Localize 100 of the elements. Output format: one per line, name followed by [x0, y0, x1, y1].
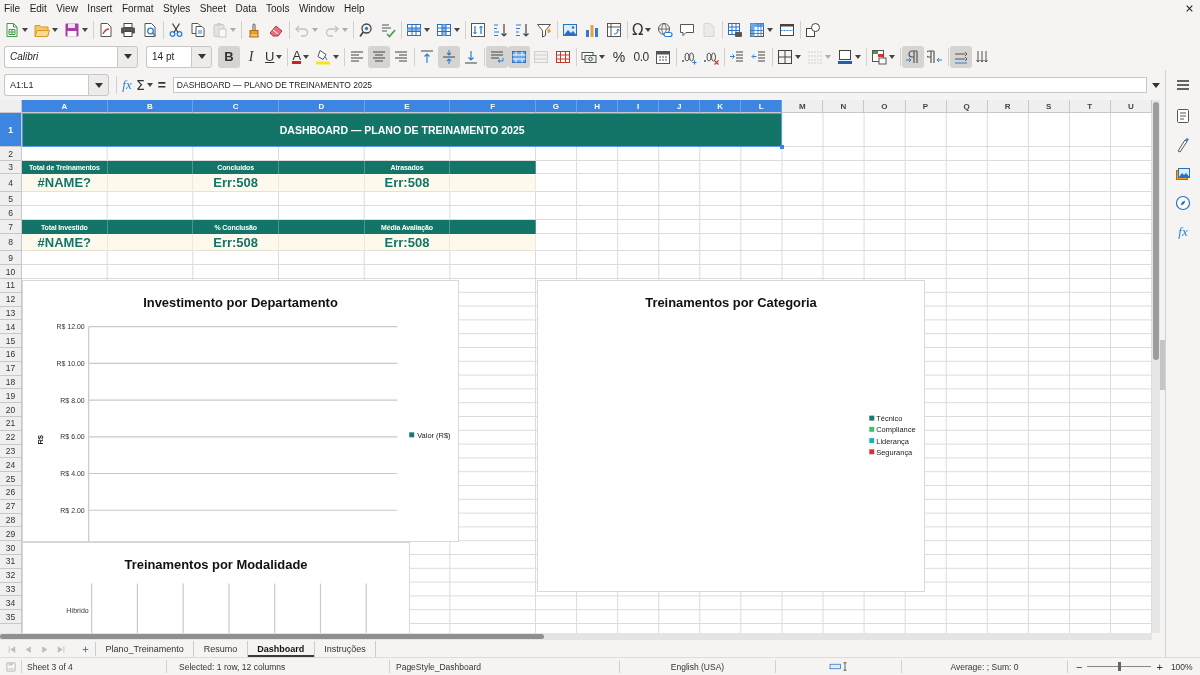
row-header[interactable]: 5 — [0, 192, 22, 206]
left-to-right-button[interactable] — [902, 45, 925, 68]
menu-item[interactable]: Help — [344, 2, 365, 15]
row-header[interactable]: 29 — [0, 527, 22, 542]
row-header[interactable]: 11 — [0, 279, 22, 293]
sidebar-collapse-handle[interactable] — [1160, 340, 1165, 390]
row-header[interactable]: 30 — [0, 541, 22, 555]
column-header[interactable]: L — [741, 100, 783, 113]
dropdown-button[interactable] — [191, 45, 212, 68]
scrollbar-thumb[interactable] — [0, 634, 544, 639]
title-cell[interactable]: DASHBOARD — PLANO DE TREINAMENTO 2025 — [22, 113, 783, 147]
column-header[interactable]: G — [535, 100, 577, 113]
column-header[interactable]: Q — [946, 100, 988, 113]
functions-deck-button[interactable]: fx — [1171, 217, 1195, 246]
function-wizard-button[interactable]: fx — [120, 74, 134, 96]
row-header[interactable]: 19 — [0, 389, 22, 404]
column-header[interactable]: T — [1069, 100, 1111, 113]
align-middle-button[interactable] — [438, 45, 461, 68]
column-header[interactable]: B — [107, 100, 194, 113]
column-header[interactable]: K — [700, 100, 742, 113]
vertical-scrollbar[interactable] — [1152, 100, 1160, 633]
row-header[interactable]: 8 — [0, 234, 22, 251]
underline-button[interactable]: U — [262, 45, 286, 68]
row-header[interactable]: 35 — [0, 610, 22, 624]
row-header[interactable]: 20 — [0, 403, 22, 417]
bold-button[interactable]: B — [218, 45, 240, 68]
italic-button[interactable]: I — [240, 45, 262, 68]
skip-to-end-icon — [55, 644, 65, 654]
merge-center-button[interactable] — [508, 45, 531, 68]
row-header[interactable]: 6 — [0, 206, 22, 220]
number-button[interactable]: 0.0 — [630, 45, 653, 68]
close-button[interactable] — [1186, 5, 1193, 12]
column-header[interactable]: D — [278, 100, 365, 113]
column-header[interactable]: I — [618, 100, 660, 113]
menu-item[interactable]: View — [56, 2, 78, 15]
fill-handle-icon[interactable] — [780, 145, 784, 149]
column-header[interactable]: C — [193, 100, 279, 113]
formula-input[interactable]: DASHBOARD — PLANO DE TREINAMENTO 2025 — [172, 77, 1147, 93]
dropdown-button[interactable] — [88, 74, 109, 96]
align-bottom-icon — [463, 48, 480, 65]
menu-item[interactable]: Insert — [87, 2, 113, 15]
menu-item[interactable]: Styles — [163, 2, 191, 15]
row-header[interactable]: 4 — [0, 174, 22, 192]
scrollbar-thumb[interactable] — [1153, 102, 1159, 360]
row-header[interactable]: 24 — [0, 458, 22, 473]
text-horizontal-button[interactable] — [950, 45, 973, 68]
menu-item[interactable]: Sheet — [199, 2, 226, 15]
column-header[interactable]: U — [1110, 100, 1152, 113]
zoom-level[interactable]: 100% — [1170, 661, 1193, 672]
menu-item[interactable]: Tools — [266, 2, 290, 15]
menu-item[interactable]: Format — [121, 2, 154, 15]
column-header[interactable]: J — [659, 100, 701, 113]
row-header[interactable]: 9 — [0, 251, 22, 265]
sheet-tab[interactable]: Plano_Treinamento — [96, 641, 195, 657]
row-header[interactable]: 25 — [0, 472, 22, 486]
font-name-field[interactable]: Calibri — [4, 45, 117, 68]
zoom-out-button[interactable]: − — [1074, 660, 1085, 673]
font-color-button[interactable]: A — [289, 45, 313, 68]
special-character-button[interactable]: Ω — [629, 19, 655, 41]
menu-item[interactable]: Edit — [29, 2, 47, 15]
caret-icon — [889, 54, 896, 59]
row-header[interactable]: 3 — [0, 161, 22, 174]
column-header[interactable]: P — [905, 100, 947, 113]
column-header[interactable]: F — [450, 100, 536, 113]
row-header[interactable]: 10 — [0, 265, 22, 279]
menu-item[interactable]: Window — [298, 2, 335, 15]
zoom-in-button[interactable]: + — [1154, 660, 1165, 673]
row-header[interactable]: 15 — [0, 334, 22, 348]
rectangle-text-cursor-icon[interactable] — [828, 662, 849, 671]
column-header[interactable]: M — [782, 100, 824, 113]
caret-icon — [645, 28, 652, 32]
row-header[interactable]: 7 — [0, 220, 22, 234]
font-size-field[interactable]: 14 pt — [146, 45, 191, 68]
caret-icon — [230, 28, 236, 32]
sheet-tab[interactable]: Resumo — [194, 641, 248, 657]
menu-item[interactable]: Data — [235, 2, 257, 15]
column-header[interactable]: O — [864, 100, 906, 113]
dropdown-button[interactable] — [117, 45, 138, 68]
sheet-tab[interactable]: Dashboard — [247, 641, 315, 657]
menu-item[interactable]: File — [4, 2, 21, 15]
sheet-tab[interactable]: Instruções — [314, 641, 377, 657]
sum-button[interactable]: Σ — [134, 74, 155, 96]
row-header[interactable]: 14 — [0, 320, 22, 335]
column-header[interactable]: N — [823, 100, 865, 113]
column-header[interactable]: A — [22, 100, 108, 113]
row-header[interactable]: 34 — [0, 596, 22, 611]
caret-icon — [123, 54, 132, 59]
column-header[interactable]: E — [364, 100, 451, 113]
horizontal-scrollbar[interactable] — [0, 633, 1152, 640]
column-header[interactable]: H — [577, 100, 619, 113]
sort-ascending-icon — [492, 22, 508, 38]
column-header[interactable]: S — [1028, 100, 1070, 113]
row-header[interactable]: 2 — [0, 147, 22, 161]
percent-button[interactable]: % — [608, 45, 631, 68]
formula-button[interactable]: = — [154, 74, 169, 96]
table-cell: Err:508 — [364, 234, 451, 251]
zoom-slider-thumb[interactable] — [1117, 662, 1121, 671]
row-header[interactable]: 1 — [0, 113, 22, 147]
column-header[interactable]: R — [987, 100, 1029, 113]
name-box-field[interactable]: A1:L1 — [4, 74, 88, 96]
